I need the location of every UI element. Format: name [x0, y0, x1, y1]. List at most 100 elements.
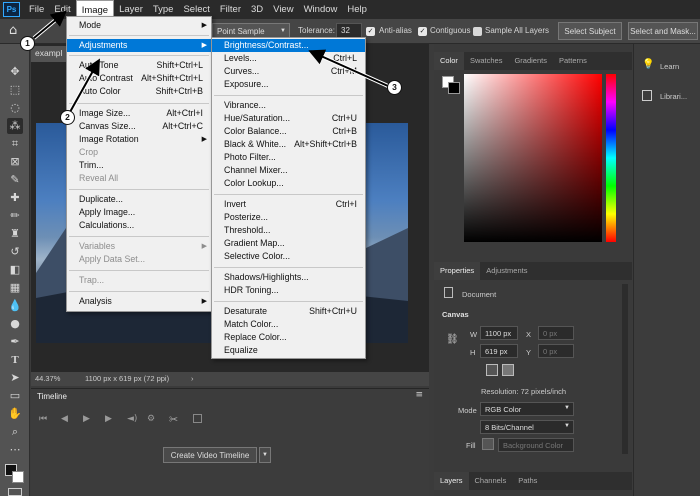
select-subject-button[interactable]: Select Subject: [558, 22, 622, 40]
menu-item-auto-contrast[interactable]: Auto Contrast Alt+Shift+Ctrl+L: [67, 72, 211, 85]
menu-view[interactable]: View: [268, 0, 298, 19]
menu-item-desaturate[interactable]: Desaturate Shift+Ctrl+U: [212, 305, 365, 318]
marquee-tool-icon[interactable]: ⬚: [7, 82, 23, 98]
background-color-swatch[interactable]: [12, 471, 24, 483]
zoom-tool-icon[interactable]: ⌕: [7, 424, 23, 440]
menu-item-vibrance[interactable]: Vibrance...: [212, 99, 365, 112]
menu-item-selective-color[interactable]: Selective Color...: [212, 250, 365, 263]
more-tools-icon[interactable]: ⋯: [7, 442, 23, 458]
next-frame-icon[interactable]: ▶: [105, 414, 112, 424]
quick-mask-icon[interactable]: [8, 488, 22, 496]
dodge-tool-icon[interactable]: ●: [7, 316, 23, 332]
zoom-level[interactable]: 44.37%: [35, 374, 60, 383]
tab-layers[interactable]: Layers: [434, 472, 469, 490]
menu-item-crop[interactable]: Crop: [67, 146, 211, 159]
tab-properties[interactable]: Properties: [434, 262, 481, 280]
menu-item-analysis[interactable]: Analysis ▶: [67, 295, 211, 308]
blur-tool-icon[interactable]: 💧: [7, 298, 23, 314]
home-icon[interactable]: ⌂: [9, 23, 17, 38]
create-video-timeline-button[interactable]: Create Video Timeline: [163, 447, 257, 463]
tab-swatches[interactable]: Swatches: [464, 52, 509, 70]
tab-patterns[interactable]: Patterns: [553, 52, 593, 70]
menu-item-trap[interactable]: Trap...: [67, 274, 211, 287]
status-chevron-icon[interactable]: ›: [191, 374, 194, 383]
document-tab[interactable]: exampl: [31, 46, 71, 62]
contiguous-checkbox[interactable]: ✓: [418, 27, 427, 36]
play-icon[interactable]: ▶: [83, 414, 90, 424]
menu-item-color-balance[interactable]: Color Balance... Ctrl+B: [212, 125, 365, 138]
timeline-menu-icon[interactable]: ≡: [415, 390, 423, 400]
menu-item-hdr-toning[interactable]: HDR Toning...: [212, 284, 365, 297]
eyedropper-tool-icon[interactable]: ✎: [7, 172, 23, 188]
menu-item-image-rotation[interactable]: Image Rotation ▶: [67, 133, 211, 146]
link-chain-icon[interactable]: ⛓: [446, 334, 459, 345]
height-input[interactable]: 619 px: [480, 344, 518, 358]
type-tool-icon[interactable]: T: [7, 352, 23, 368]
history-brush-icon[interactable]: ↺: [7, 244, 23, 260]
tab-paths[interactable]: Paths: [512, 472, 543, 490]
menu-filter[interactable]: Filter: [215, 0, 246, 19]
anti-alias-checkbox[interactable]: ✓: [366, 27, 375, 36]
landscape-orientation-icon[interactable]: [502, 364, 514, 376]
frame-tool-icon[interactable]: ⊠: [7, 154, 23, 170]
menu-item-apply-data-set[interactable]: Apply Data Set...: [67, 253, 211, 266]
rectangle-tool-icon[interactable]: ▭: [7, 388, 23, 404]
color-field[interactable]: [464, 74, 602, 242]
select-and-mask-button[interactable]: Select and Mask...: [628, 22, 698, 40]
menu-item-levels[interactable]: Levels... Ctrl+L: [212, 52, 365, 65]
menu-item-canvas-size[interactable]: Canvas Size... Alt+Ctrl+C: [67, 120, 211, 133]
fill-dropdown[interactable]: Background Color: [498, 438, 574, 452]
tab-color[interactable]: Color: [434, 52, 464, 70]
tab-gradients[interactable]: Gradients: [508, 52, 553, 70]
menu-item-photo-filter[interactable]: Photo Filter...: [212, 151, 365, 164]
background-swatch[interactable]: [448, 82, 460, 94]
menu-file[interactable]: File: [24, 0, 49, 19]
y-input[interactable]: 0 px: [538, 344, 574, 358]
hue-slider[interactable]: [606, 74, 616, 242]
tab-adjustments[interactable]: Adjustments: [480, 262, 533, 280]
crop-tool-icon[interactable]: ⌗: [7, 136, 23, 152]
tab-channels[interactable]: Channels: [469, 472, 513, 490]
properties-scrollbar[interactable]: [622, 284, 628, 454]
menu-item-auto-color[interactable]: Auto Color Shift+Ctrl+B: [67, 85, 211, 98]
menu-item-reveal-all[interactable]: Reveal All: [67, 172, 211, 185]
menu-item-apply-image[interactable]: Apply Image...: [67, 206, 211, 219]
magic-wand-tool-icon[interactable]: ⁂: [7, 118, 23, 134]
menu-item-black-white[interactable]: Black & White... Alt+Shift+Ctrl+B: [212, 138, 365, 151]
eraser-tool-icon[interactable]: ◧: [7, 262, 23, 278]
transition-icon[interactable]: [193, 414, 202, 423]
learn-panel-button[interactable]: 💡 Learn: [636, 56, 698, 76]
menu-item-posterize[interactable]: Posterize...: [212, 211, 365, 224]
menu-item-trim[interactable]: Trim...: [67, 159, 211, 172]
gradient-tool-icon[interactable]: ▦: [7, 280, 23, 296]
menu-item-calculations[interactable]: Calculations...: [67, 219, 211, 232]
pen-tool-icon[interactable]: ✒: [7, 334, 23, 350]
portrait-orientation-icon[interactable]: [486, 364, 498, 376]
menu-item-mode[interactable]: Mode ▶: [67, 19, 211, 32]
clone-stamp-icon[interactable]: ♜: [7, 226, 23, 242]
path-selection-icon[interactable]: ➤: [7, 370, 23, 386]
menu-item-shadows-highlights[interactable]: Shadows/Highlights...: [212, 271, 365, 284]
menu-item-duplicate[interactable]: Duplicate...: [67, 193, 211, 206]
menu-item-gradient-map[interactable]: Gradient Map...: [212, 237, 365, 250]
healing-brush-icon[interactable]: ✚: [7, 190, 23, 206]
bit-depth-dropdown[interactable]: 8 Bits/Channel ▼: [480, 420, 574, 434]
menu-item-match-color[interactable]: Match Color...: [212, 318, 365, 331]
menu-item-replace-color[interactable]: Replace Color...: [212, 331, 365, 344]
previous-frame-icon[interactable]: ◀: [61, 414, 68, 424]
menu-3d[interactable]: 3D: [246, 0, 268, 19]
menu-window[interactable]: Window: [299, 0, 343, 19]
menu-help[interactable]: Help: [342, 0, 372, 19]
menu-item-adjustments[interactable]: Adjustments ▶: [67, 39, 211, 52]
mode-dropdown[interactable]: RGB Color ▼: [480, 402, 574, 416]
tolerance-input[interactable]: 32: [336, 23, 362, 38]
lasso-tool-icon[interactable]: ◌: [7, 100, 23, 116]
menu-item-variables[interactable]: Variables ▶: [67, 240, 211, 253]
brush-tool-icon[interactable]: ✏: [7, 208, 23, 224]
width-input[interactable]: 1100 px: [480, 326, 518, 340]
canvas-section-label[interactable]: Canvas: [442, 310, 469, 319]
move-tool-icon[interactable]: ✥: [7, 64, 23, 80]
menu-item-equalize[interactable]: Equalize: [212, 344, 365, 357]
split-scissors-icon[interactable]: ✂: [169, 413, 178, 426]
fill-color-swatch[interactable]: [482, 438, 494, 450]
